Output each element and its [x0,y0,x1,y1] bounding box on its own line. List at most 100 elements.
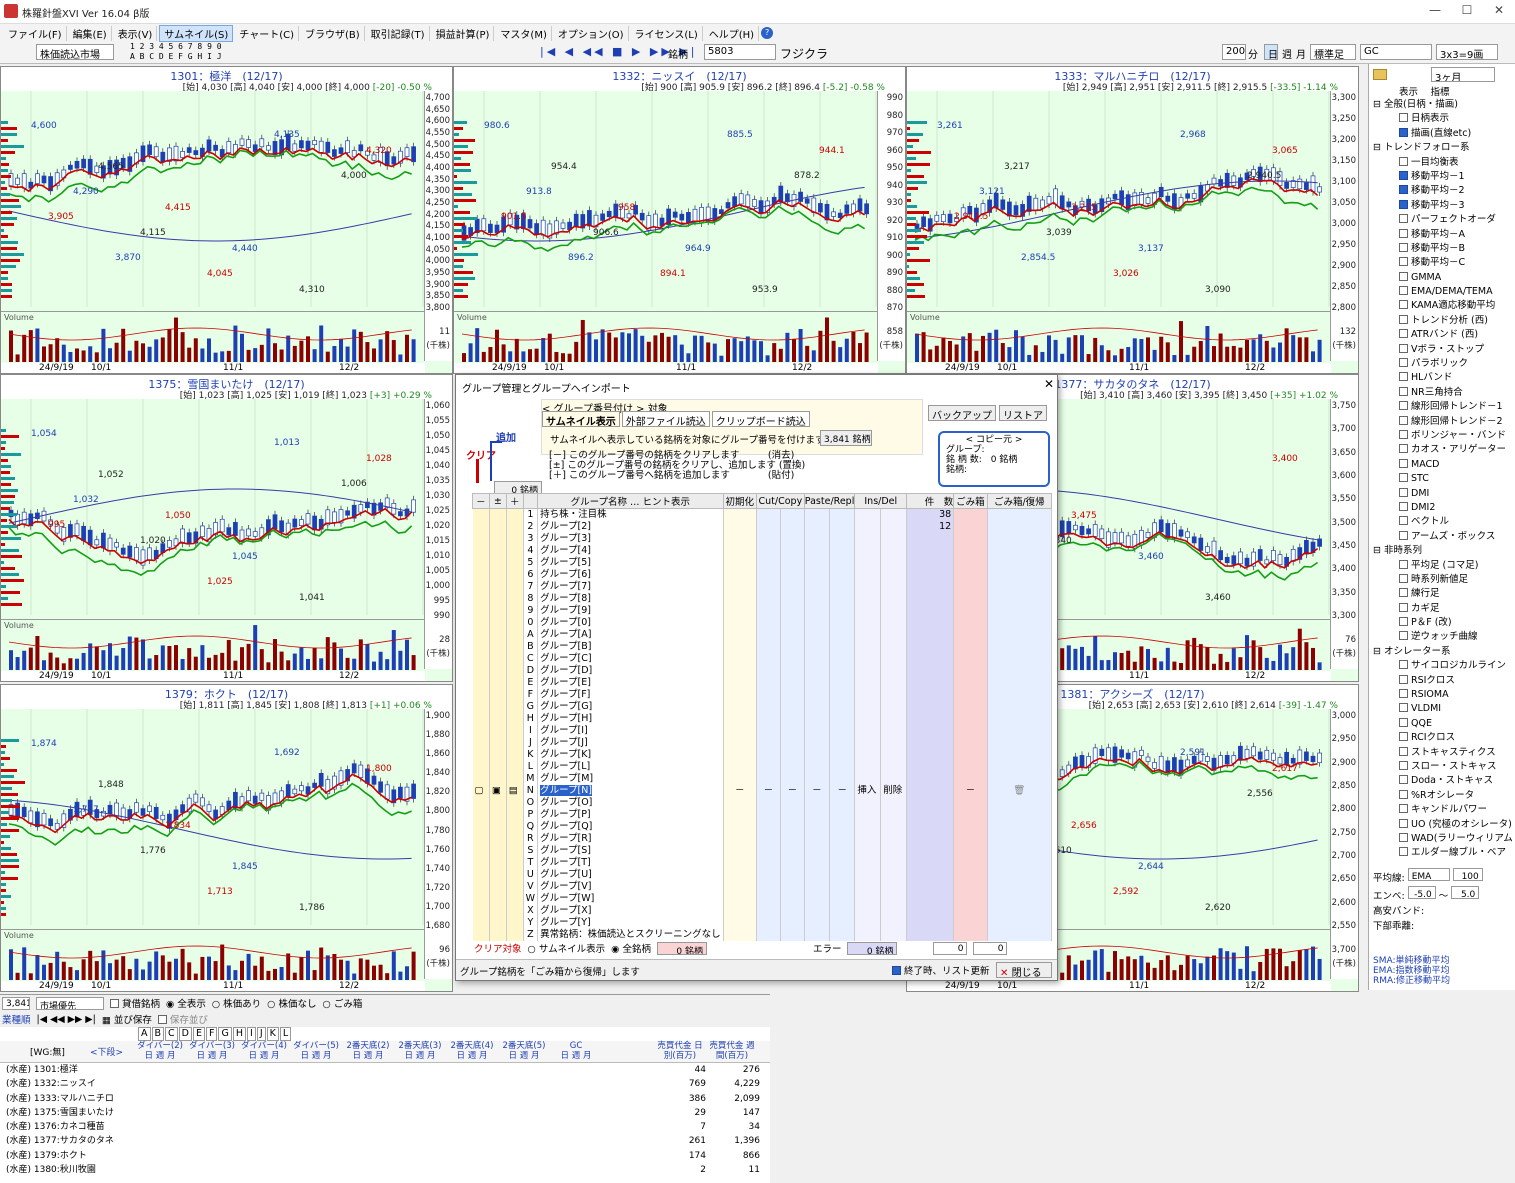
insert-cell[interactable] [854,676,882,689]
cut-cell[interactable] [756,832,781,845]
indicator-checkbox[interactable] [1399,401,1408,411]
insert-cell[interactable] [854,736,882,749]
indicator-checkbox[interactable] [1399,127,1408,137]
trash-cell[interactable] [953,616,988,629]
paste-cell[interactable] [804,556,831,569]
group-letter-tab[interactable]: K [266,1027,279,1041]
insert-cell[interactable] [854,508,882,521]
menu-help[interactable]: ヘルプ(H) [705,25,760,41]
append-cell[interactable] [506,832,524,845]
cut-cell[interactable] [756,856,781,869]
replace-cell[interactable] [489,700,507,713]
clear-cell[interactable] [472,520,490,533]
indicator-item[interactable]: MACD [1373,458,1513,472]
copy-cell[interactable] [780,604,805,617]
saved-order-checkbox[interactable]: 保存並び [157,1012,208,1026]
indicator-item[interactable]: KAMA適応移動平均 [1373,299,1513,313]
cut-cell[interactable] [756,664,781,677]
replace-cell[interactable] [489,640,507,653]
indicator-checkbox[interactable] [1399,559,1408,569]
init-cell[interactable] [723,520,757,533]
paste-cell[interactable] [804,748,831,761]
append-cell[interactable] [506,676,524,689]
clear-cell[interactable] [472,652,490,665]
trash-cell[interactable] [953,580,988,593]
group-name[interactable]: グループ[9] [537,604,724,617]
repl-cell[interactable] [829,760,856,773]
indicator-item[interactable]: 練行足 [1373,587,1513,601]
group-name[interactable]: グループ[5] [537,556,724,569]
restore-cell[interactable] [987,700,1053,713]
copy-cell[interactable] [780,520,805,533]
indicator-checkbox[interactable] [1399,516,1408,526]
append-cell[interactable] [506,532,524,545]
repl-cell[interactable] [829,892,856,905]
indicator-item[interactable]: 線形回帰トレンド－1 [1373,400,1513,414]
group-name[interactable]: 持ち株・注目株 [537,508,724,521]
restore-cell[interactable] [987,520,1053,533]
clear-cell[interactable]: ▢ [472,784,490,797]
clear-cell[interactable] [472,772,490,785]
replace-cell[interactable] [489,544,507,557]
init-cell[interactable] [723,544,757,557]
restore-cell[interactable] [987,868,1053,881]
group-name[interactable]: グループ[X] [537,904,724,917]
group-name[interactable]: グループ[B] [537,640,724,653]
init-cell[interactable] [723,712,757,725]
delete-cell[interactable] [880,676,908,689]
append-cell[interactable] [506,508,524,521]
indicator-item[interactable]: 移動平均－A [1373,228,1513,242]
paste-cell[interactable] [804,520,831,533]
append-cell[interactable] [506,736,524,749]
delete-cell[interactable] [880,652,908,665]
stock-row[interactable]: (水産) 1301:極洋 44 276 [6,1063,770,1077]
init-cell[interactable] [723,808,757,821]
indicator-checkbox[interactable] [1399,617,1408,627]
group-name[interactable]: グループ[O] [537,796,724,809]
clear-cell[interactable] [472,724,490,737]
trash-cell[interactable] [953,820,988,833]
init-cell[interactable] [723,760,757,773]
group-row[interactable]: L グループ[L] [472,760,1053,773]
indicator-item[interactable]: 移動平均－C [1373,256,1513,270]
clear-cell[interactable] [472,676,490,689]
indicator-item[interactable]: ⊟ トレンドフォロー系 [1373,141,1513,155]
append-cell[interactable] [506,628,524,641]
cut-cell[interactable] [756,760,781,773]
cut-cell[interactable] [756,820,781,833]
cut-cell[interactable] [756,736,781,749]
indicator-checkbox[interactable] [1399,602,1408,612]
repl-cell[interactable] [829,844,856,857]
paste-cell[interactable] [804,688,831,701]
indicator-item[interactable]: ベクトル [1373,515,1513,529]
trash-cell[interactable] [953,508,988,521]
clear-cell[interactable] [472,808,490,821]
insert-cell[interactable] [854,844,882,857]
trash-cell[interactable] [953,652,988,665]
cut-cell[interactable] [756,568,781,581]
cut-cell[interactable] [756,928,781,941]
list-column-header[interactable]: ダイバー(2) 日 週 月 [134,1041,186,1061]
group-row[interactable]: 7 グループ[7] [472,580,1053,593]
cut-cell[interactable] [756,592,781,605]
clear-cell[interactable] [472,604,490,617]
indicator-checkbox[interactable] [1399,329,1408,339]
sort-order-label[interactable]: 業種順 [2,1012,31,1026]
replace-cell[interactable] [489,904,507,917]
lower-tier-label[interactable]: <下段> [90,1045,123,1058]
copy-cell[interactable]: － [780,784,805,797]
group-row[interactable]: E グループ[E] [472,676,1053,689]
chart-thumbnail[interactable]: 1379：ホクト (12/17) [始] 1,811 [高] 1,845 [安]… [0,684,453,992]
paste-cell[interactable] [804,724,831,737]
init-cell[interactable] [723,904,757,917]
bars-select[interactable]: 200 [1222,44,1246,60]
copy-cell[interactable] [780,904,805,917]
unit-label[interactable]: 分 [1248,46,1258,61]
repl-cell[interactable] [829,904,856,917]
indicator-item[interactable]: P＆F (改) [1373,616,1513,630]
tab-thumbnail[interactable]: サムネイル表示 [542,411,620,427]
group-name[interactable]: グループ[F] [537,688,724,701]
delete-cell[interactable] [880,616,908,629]
delete-cell[interactable] [880,736,908,749]
clear-cell[interactable] [472,748,490,761]
